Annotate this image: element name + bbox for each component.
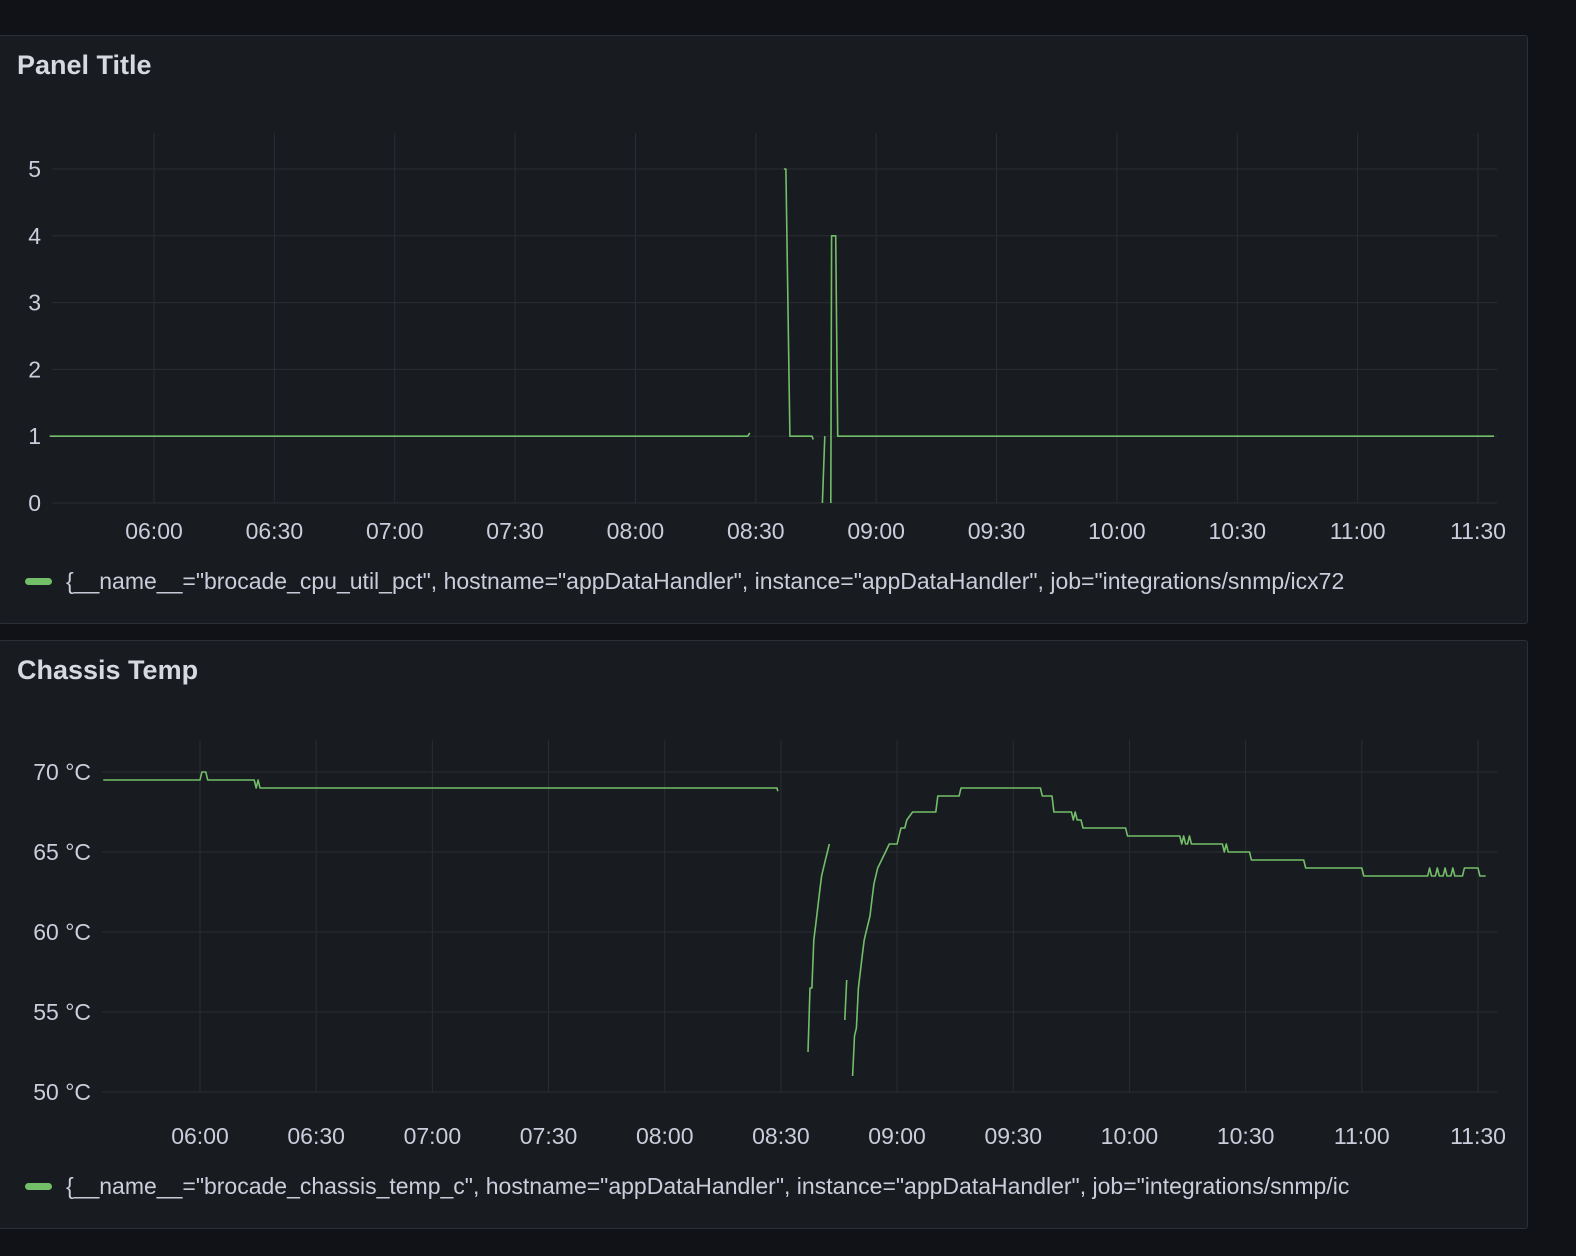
series-line[interactable]	[103, 771, 779, 792]
x-tick-label: 11:00	[1334, 1123, 1390, 1149]
x-tick-label: 10:00	[1101, 1123, 1159, 1149]
y-tick-label: 70 °C	[33, 759, 91, 785]
x-tick-label: 08:30	[752, 1123, 810, 1149]
x-tick-label: 09:30	[984, 1123, 1042, 1149]
legend-label: {__name__="brocade_cpu_util_pct", hostna…	[66, 567, 1345, 594]
series-line[interactable]	[807, 843, 831, 1053]
x-tick-label: 10:00	[1088, 518, 1146, 544]
y-tick-label: 65 °C	[33, 839, 91, 865]
series-line[interactable]	[49, 432, 751, 438]
legend-swatch	[25, 1182, 52, 1190]
x-tick-label: 06:30	[287, 1123, 345, 1149]
y-tick-label: 2	[28, 356, 41, 382]
x-tick-label: 09:00	[868, 1123, 926, 1149]
chassis-temp-panel: Chassis Temp 06:00 06:30 07:00 07:30 08:00 08…	[0, 640, 1528, 1229]
y-tick-label: 5	[28, 156, 41, 182]
y-tick-label: 55 °C	[33, 999, 91, 1025]
series-line[interactable]	[783, 168, 814, 440]
y-tick-label: 0	[28, 490, 41, 516]
legend-swatch	[25, 577, 52, 585]
x-tick-label: 07:30	[520, 1123, 578, 1149]
y-tick-label: 1	[28, 423, 41, 449]
x-tick-label: 10:30	[1208, 518, 1266, 544]
x-tick-label: 11:30	[1450, 518, 1506, 544]
legend-label: {__name__="brocade_chassis_temp_c", host…	[66, 1172, 1350, 1199]
x-tick-label: 06:00	[171, 1123, 229, 1149]
x-tick-label: 06:00	[125, 518, 183, 544]
x-tick-label: 08:30	[727, 518, 785, 544]
x-tick-label: 11:00	[1330, 518, 1386, 544]
legend-item[interactable]: {__name__="brocade_cpu_util_pct", hostna…	[25, 566, 1515, 596]
x-tick-label: 07:00	[366, 518, 424, 544]
legend-item[interactable]: {__name__="brocade_chassis_temp_c", host…	[25, 1171, 1515, 1201]
series-line[interactable]	[844, 979, 848, 1021]
x-tick-label: 11:30	[1450, 1123, 1506, 1149]
chassis-temp-chart[interactable]: 06:00 06:30 07:00 07:30 08:00 08:30 09:00 09:30…	[0, 641, 1529, 1230]
y-tick-label: 3	[28, 290, 41, 316]
y-tick-label: 50 °C	[33, 1079, 91, 1105]
cpu-chart[interactable]: 06:00 06:30 07:00 07:30 08:00 08:30 09:00 09:30…	[0, 36, 1529, 625]
y-tick-label: 60 °C	[33, 919, 91, 945]
x-tick-label: 07:30	[486, 518, 544, 544]
cpu-panel: Panel Title 06:00 06:30 07:00 07:30 08:00 08:…	[0, 35, 1528, 624]
x-tick-label: 10:30	[1217, 1123, 1275, 1149]
x-tick-label: 08:00	[607, 518, 665, 544]
x-tick-label: 08:00	[636, 1123, 694, 1149]
x-tick-label: 07:00	[404, 1123, 462, 1149]
x-tick-label: 09:30	[968, 518, 1026, 544]
y-tick-label: 4	[28, 223, 41, 249]
series-line[interactable]	[821, 436, 826, 504]
x-tick-label: 06:30	[246, 518, 304, 544]
x-tick-label: 09:00	[847, 518, 905, 544]
